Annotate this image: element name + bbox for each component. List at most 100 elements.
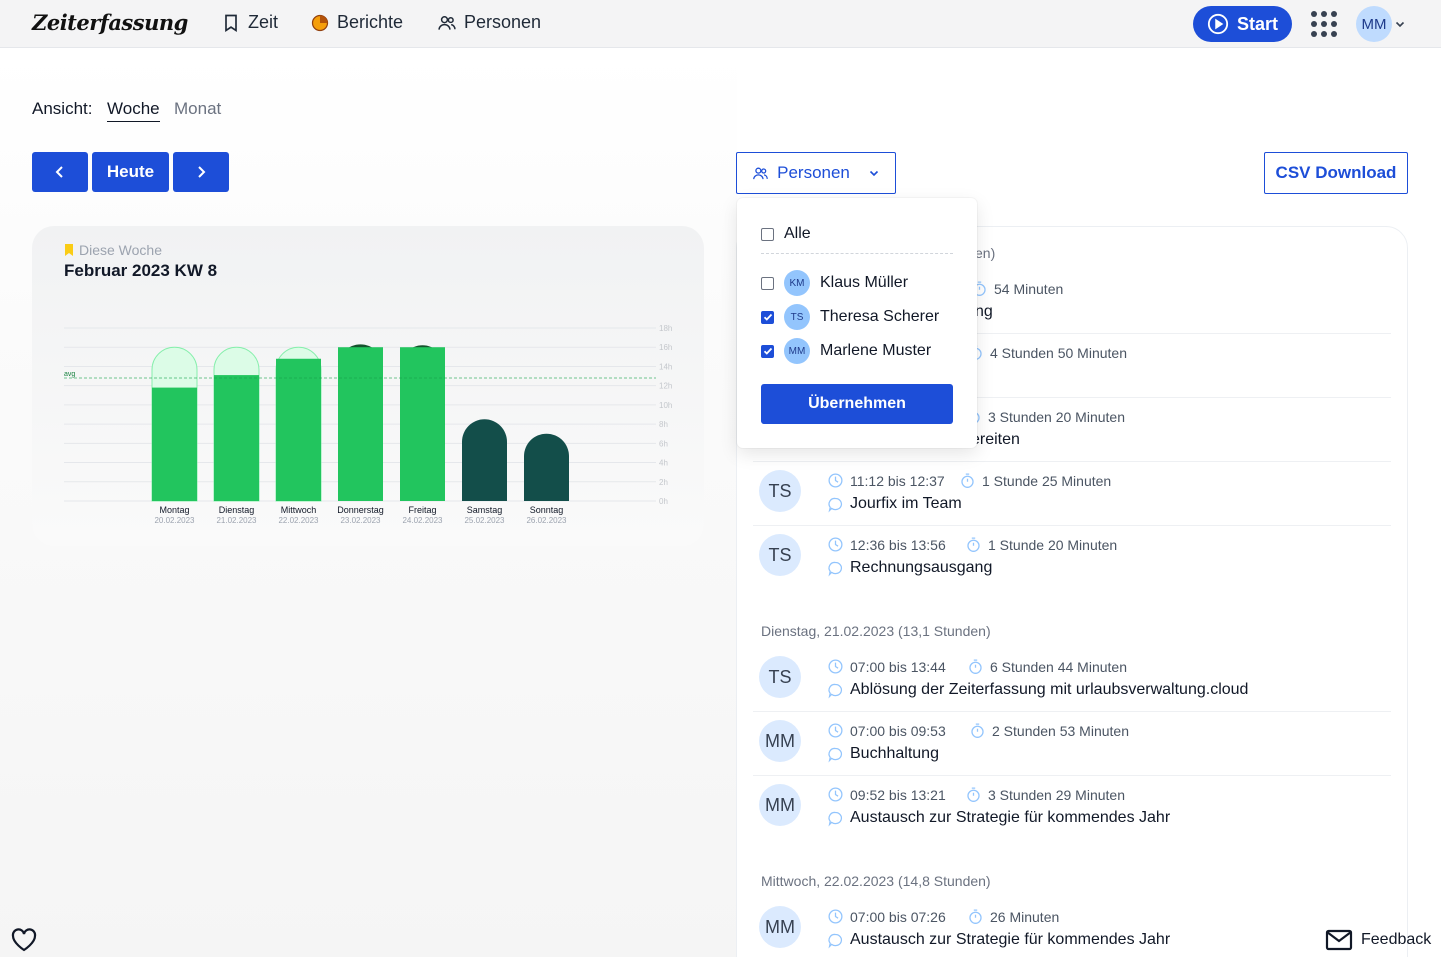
view-label: Ansicht: bbox=[32, 99, 93, 118]
entry-duration-text: 1 Stunde 25 Minuten bbox=[982, 472, 1112, 489]
today-button[interactable]: Heute bbox=[92, 152, 169, 192]
pie-chart-icon bbox=[311, 14, 329, 31]
view-month-tab[interactable]: Monat bbox=[174, 99, 221, 119]
entry-description-text: Buchhaltung bbox=[850, 745, 939, 762]
stopwatch-icon bbox=[967, 787, 980, 802]
entry-time: 07:00 bis 07:26 bbox=[827, 908, 946, 925]
top-navigation: Zeiterfassung Zeit Berichte Personen Sta… bbox=[0, 0, 1441, 48]
feedback-button[interactable]: Feedback bbox=[1325, 929, 1431, 951]
chart-subtitle-text: Diese Woche bbox=[79, 242, 163, 258]
chevron-down-icon[interactable] bbox=[1394, 18, 1406, 30]
previous-week-button[interactable] bbox=[32, 152, 88, 192]
x-date-label: 20.02.2023 bbox=[154, 516, 195, 525]
y-tick-label: 2h bbox=[659, 478, 668, 487]
y-tick-label: 8h bbox=[659, 420, 668, 429]
person-avatar: KM bbox=[784, 270, 810, 296]
x-tick-label: Freitag bbox=[408, 505, 436, 515]
time-entry[interactable]: TS 07:00 bis 13:44 6 Stunden 44 Minuten … bbox=[753, 648, 1391, 712]
time-entry[interactable]: MM 07:00 bis 09:53 2 Stunden 53 Minuten … bbox=[753, 712, 1391, 776]
entry-description-text: Ablösung der Zeiterfassung mit urlaubsve… bbox=[850, 681, 1249, 698]
clock-icon bbox=[828, 473, 843, 488]
y-tick-label: 12h bbox=[659, 382, 672, 391]
entry-time: 11:12 bis 12:37 bbox=[827, 472, 945, 489]
select-all-checkbox[interactable] bbox=[761, 227, 774, 241]
entry-duration-text: 2 Stunden 53 Minuten bbox=[992, 722, 1129, 739]
person-option-klaus[interactable]: KM Klaus Müller bbox=[761, 270, 908, 296]
value-bar bbox=[276, 358, 321, 501]
day-header-partial: en) bbox=[975, 245, 996, 261]
clock-icon bbox=[828, 537, 843, 552]
x-date-label: 25.02.2023 bbox=[464, 516, 505, 525]
entry-description: ereiten bbox=[971, 431, 1020, 448]
chevron-down-icon bbox=[869, 170, 878, 177]
person-checkbox[interactable] bbox=[761, 276, 774, 290]
stopwatch-icon bbox=[961, 473, 974, 488]
y-tick-label: 0h bbox=[659, 497, 668, 506]
entry-time: 12:36 bis 13:56 bbox=[827, 536, 946, 553]
x-date-label: 24.02.2023 bbox=[402, 516, 443, 525]
entry-avatar: MM bbox=[759, 906, 801, 948]
clock-icon bbox=[828, 723, 843, 738]
time-entry[interactable]: TS 11:12 bis 12:37 1 Stunde 25 Minuten J… bbox=[753, 462, 1391, 526]
csv-download-button[interactable]: CSV Download bbox=[1264, 152, 1408, 194]
time-entry[interactable]: MM 09:52 bis 13:21 3 Stunden 29 Minuten … bbox=[753, 776, 1391, 840]
stopwatch-icon bbox=[969, 659, 982, 674]
heart-icon[interactable] bbox=[10, 927, 38, 953]
persons-filter-button[interactable]: Personen bbox=[736, 152, 896, 194]
dropdown-divider bbox=[761, 253, 953, 254]
average-label: avg bbox=[64, 371, 75, 378]
time-entry[interactable]: MM 07:00 bis 07:26 26 Minuten Austausch … bbox=[753, 898, 1391, 957]
entry-description: ng bbox=[975, 303, 993, 320]
user-avatar[interactable]: MM bbox=[1356, 6, 1392, 42]
person-option-marlene[interactable]: MM Marlene Muster bbox=[761, 338, 931, 364]
x-date-label: 22.02.2023 bbox=[278, 516, 319, 525]
entry-duration: 2 Stunden 53 Minuten bbox=[969, 722, 1129, 739]
time-entry[interactable]: TS 12:36 bis 13:56 1 Stunde 20 Minuten R… bbox=[753, 526, 1391, 590]
entry-duration-text: 6 Stunden 44 Minuten bbox=[990, 658, 1127, 675]
entry-time: 09:52 bis 13:21 bbox=[827, 786, 946, 803]
select-all-option[interactable]: Alle bbox=[761, 225, 811, 243]
entry-avatar: MM bbox=[759, 720, 801, 762]
nav-zeit[interactable]: Zeit bbox=[221, 12, 278, 33]
entry-description: Ablösung der Zeiterfassung mit urlaubsve… bbox=[827, 681, 1248, 699]
value-bar bbox=[152, 387, 197, 501]
entry-duration: 6 Stunden 44 Minuten bbox=[967, 658, 1127, 675]
entry-duration: 3 Stunden 29 Minuten bbox=[965, 786, 1125, 803]
stopwatch-icon bbox=[971, 723, 984, 738]
clock-icon bbox=[828, 659, 843, 674]
nav-berichte[interactable]: Berichte bbox=[310, 12, 403, 33]
users-icon bbox=[438, 15, 456, 30]
entry-duration-text: 3 Stunden 29 Minuten bbox=[988, 786, 1125, 803]
next-week-button[interactable] bbox=[173, 152, 229, 192]
comment-icon bbox=[828, 497, 843, 512]
x-tick-label: Donnerstag bbox=[337, 505, 384, 515]
mail-icon bbox=[1325, 929, 1353, 951]
entry-duration-text: 26 Minuten bbox=[990, 908, 1060, 925]
entry-description: Jourfix im Team bbox=[827, 495, 962, 513]
entry-duration-text: 54 Minuten bbox=[994, 280, 1064, 297]
value-bar bbox=[338, 347, 383, 501]
weekend-bar bbox=[462, 419, 507, 501]
person-option-theresa[interactable]: TS Theresa Scherer bbox=[761, 304, 939, 330]
entry-avatar: TS bbox=[759, 470, 801, 512]
comment-icon bbox=[828, 933, 843, 948]
nav-personen[interactable]: Personen bbox=[437, 12, 541, 33]
apply-button[interactable]: Übernehmen bbox=[761, 384, 953, 424]
play-circle-icon bbox=[1207, 13, 1229, 35]
x-tick-label: Dienstag bbox=[219, 505, 255, 515]
start-button[interactable]: Start bbox=[1193, 6, 1292, 42]
nav-zeit-label: Zeit bbox=[248, 12, 279, 32]
app-logo[interactable]: Zeiterfassung bbox=[32, 10, 188, 35]
person-checkbox[interactable] bbox=[761, 344, 774, 358]
view-week-tab[interactable]: Woche bbox=[107, 99, 160, 122]
entry-duration-text: 4 Stunden 50 Minuten bbox=[990, 344, 1127, 361]
apps-grid-icon[interactable] bbox=[1311, 11, 1337, 37]
bookmark-icon bbox=[65, 244, 73, 256]
entry-duration: 4 Stunden 50 Minuten bbox=[967, 344, 1127, 361]
entry-time-text: 07:00 bis 13:44 bbox=[850, 658, 946, 675]
person-checkbox[interactable] bbox=[761, 310, 774, 324]
comment-icon bbox=[828, 747, 843, 762]
entry-description: Rechnungsausgang bbox=[827, 559, 992, 577]
entry-avatar: MM bbox=[759, 784, 801, 826]
person-name: Marlene Muster bbox=[820, 342, 932, 359]
